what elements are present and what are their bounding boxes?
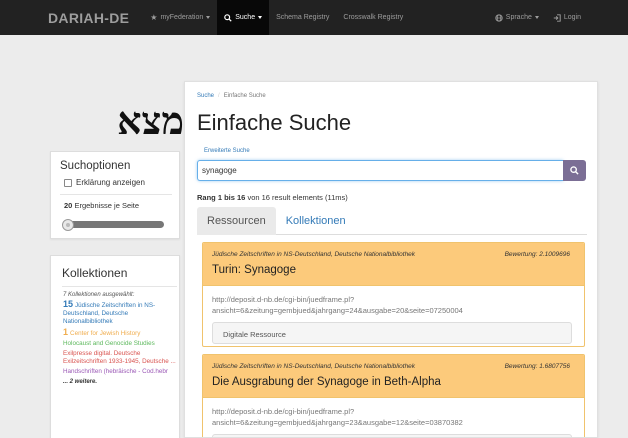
result-card-header: Jüdische Zeitschriften in NS-Deutschland… (203, 243, 584, 286)
tab-ressourcen[interactable]: Ressourcen (197, 207, 276, 235)
result-range: Rang 1 bis 16 (197, 193, 246, 202)
caret-down-icon (258, 16, 263, 19)
result-url[interactable]: http://deposit.d-nb.de/cgi-bin/juedframe… (203, 398, 563, 428)
nav-myfederation[interactable]: ★ myFederation (143, 0, 217, 35)
nav-schema-registry[interactable]: Schema Registry (269, 0, 336, 35)
collection-entry-handschriften[interactable]: Handschriften (hebräische - Cod.hebr (51, 366, 179, 376)
results-per-page: 20 Ergebnisse je Seite (51, 195, 179, 210)
result-score: Bewertung: 2.1009696 (504, 251, 570, 258)
collection-name: Exilpresse digital. Deutsche Exilzeitsch… (63, 350, 176, 365)
collection-name: Center for Jewish History (70, 330, 141, 337)
nav-login[interactable]: Login (546, 0, 588, 35)
breadcrumb-current: Einfache Suche (223, 93, 266, 99)
caret-down-icon (534, 16, 539, 19)
result-info: Rang 1 bis 16 von 16 result elements (11… (197, 193, 348, 202)
explain-checkbox[interactable] (64, 178, 72, 187)
star-icon: ★ (150, 13, 158, 22)
nav-myfederation-label: myFederation (160, 14, 204, 21)
search-button[interactable] (563, 160, 586, 181)
result-title[interactable]: Turin: Synagoge (212, 264, 584, 276)
search-input[interactable] (197, 160, 563, 181)
explain-label: Erklärung anzeigen (76, 178, 145, 187)
collection-name: Holocaust and Genocide Studies (63, 340, 155, 347)
breadcrumb-separator: / (218, 93, 220, 99)
collection-entry-cjh[interactable]: 1 Center for Jewish History (51, 326, 179, 338)
result-score: Bewertung: 1.6807756 (504, 363, 570, 370)
collection-name: Handschriften (hebräische - Cod.hebr (63, 368, 169, 375)
nav-language[interactable]: Sprache (488, 0, 546, 35)
collection-entry-hgs[interactable]: Holocaust and Genocide Studies (51, 338, 179, 348)
matsa-logo: מצא (117, 98, 184, 143)
page-title: Einfache Suche (197, 110, 352, 135)
globe-icon (495, 13, 503, 22)
collection-entry-exilpresse[interactable]: Exilpresse digital. Deutsche Exilzeitsch… (51, 348, 179, 366)
result-tabs: Ressourcen Kollektionen (197, 207, 587, 235)
explain-option[interactable]: Erklärung anzeigen (51, 172, 179, 187)
collection-name: Jüdische Zeitschriften in NS-Deutschland… (63, 302, 156, 325)
results-per-page-count: 20 (64, 201, 73, 210)
search-options-title: Suchoptionen (60, 160, 131, 172)
collection-count: 1 (63, 327, 69, 337)
search-options-panel: Suchoptionen Erklärung anzeigen 20 Ergeb… (50, 151, 180, 239)
collections-title: Kollektionen (62, 266, 128, 280)
advanced-search-link[interactable]: Erweiterte Suche (204, 148, 250, 154)
navbar: DARIAH-DE ★ myFederation Suche Schema Re… (0, 0, 628, 35)
brand-logo[interactable]: DARIAH-DE (48, 10, 129, 26)
collection-entry-jz[interactable]: 15 Jüdische Zeitschriften in NS-Deutschla… (51, 298, 179, 326)
result-card: Jüdische Zeitschriften in NS-Deutschland… (202, 354, 585, 437)
result-type-badge: Digitale Ressource (212, 322, 572, 344)
nav-language-label: Sprache (505, 14, 532, 21)
result-card: Jüdische Zeitschriften in NS-Deutschland… (202, 242, 585, 347)
collections-selected-label: 7 Kollektionen ausgewählt: (63, 292, 135, 298)
nav-crosswalk-registry[interactable]: Crosswalk Registry (336, 0, 410, 35)
nav-login-label: Login (563, 14, 581, 21)
results-per-page-slider[interactable] (62, 218, 164, 231)
slider-handle[interactable] (62, 218, 74, 231)
nav-suche-label: Suche (235, 14, 256, 21)
caret-down-icon (206, 16, 211, 19)
results-per-page-label: Ergebnisse je Seite (74, 201, 140, 210)
nav-suche[interactable]: Suche (217, 0, 270, 35)
login-icon (553, 13, 561, 22)
result-type-badge (212, 434, 572, 437)
breadcrumb: Suche / Einfache Suche (197, 93, 266, 99)
result-title[interactable]: Die Ausgrabung der Synagoge in Beth-Alph… (212, 376, 584, 388)
nav-schema-registry-label: Schema Registry (276, 14, 330, 21)
collections-panel: Kollektionen 7 Kollektionen ausgewählt: … (50, 255, 180, 438)
breadcrumb-suche[interactable]: Suche (197, 93, 214, 99)
collections-more-link[interactable]: ... 2 weitere. (51, 376, 179, 385)
main-panel: Suche / Einfache Suche Einfache Suche Er… (184, 81, 598, 438)
result-card-header: Jüdische Zeitschriften in NS-Deutschland… (203, 355, 584, 398)
tab-kollektionen[interactable]: Kollektionen (276, 207, 356, 235)
collection-count: 15 (63, 299, 74, 309)
result-url[interactable]: http://deposit.d-nb.de/cgi-bin/juedframe… (203, 286, 563, 316)
search-icon (224, 13, 232, 22)
nav-crosswalk-registry-label: Crosswalk Registry (343, 14, 404, 21)
search-icon (570, 166, 579, 175)
result-rest: von 16 result elements (11ms) (247, 193, 348, 202)
